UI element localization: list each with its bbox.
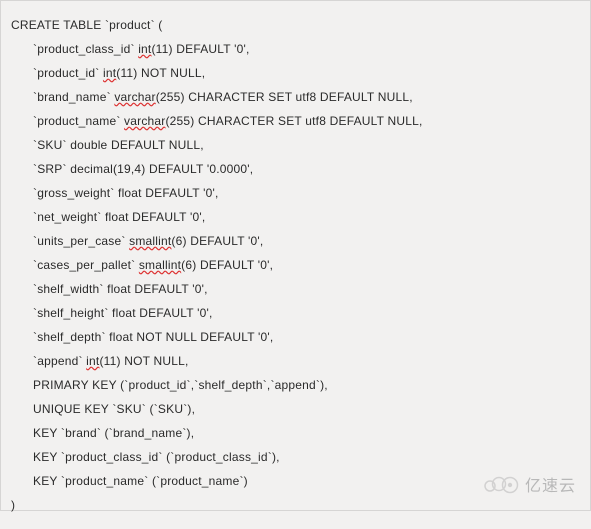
code-line: `cases_per_pallet` smallint(6) DEFAULT '…	[11, 253, 580, 277]
code-line: UNIQUE KEY `SKU` (`SKU`),	[11, 397, 580, 421]
code-pre: `shelf_depth` float NOT NULL DEFAULT '0'…	[33, 330, 273, 344]
code-pre: `product_name`	[33, 114, 124, 128]
code-line-open: CREATE TABLE `product` (	[11, 13, 580, 37]
code-pre: `net_weight` float DEFAULT '0',	[33, 210, 205, 224]
code-pre: `SRP` decimal(19,4) DEFAULT '0.0000',	[33, 162, 253, 176]
code-typo: int	[86, 354, 99, 368]
code-line: `gross_weight` float DEFAULT '0',	[11, 181, 580, 205]
code-pre: `shelf_height` float DEFAULT '0',	[33, 306, 213, 320]
sql-code-block: CREATE TABLE `product` ( `product_class_…	[1, 1, 590, 529]
code-post: (255) CHARACTER SET utf8 DEFAULT NULL,	[156, 90, 413, 104]
code-post: (11) NOT NULL,	[99, 354, 188, 368]
code-line: `append` int(11) NOT NULL,	[11, 349, 580, 373]
code-typo: smallint	[139, 258, 181, 272]
code-post: (11) DEFAULT '0',	[151, 42, 249, 56]
code-pre: `append`	[33, 354, 86, 368]
code-line: `product_id` int(11) NOT NULL,	[11, 61, 580, 85]
code-line: KEY `product_class_id` (`product_class_i…	[11, 445, 580, 469]
code-typo: int	[103, 66, 116, 80]
code-typo: varchar	[114, 90, 155, 104]
code-pre: `product_id`	[33, 66, 103, 80]
code-line: KEY `brand` (`brand_name`),	[11, 421, 580, 445]
code-line: `brand_name` varchar(255) CHARACTER SET …	[11, 85, 580, 109]
code-typo: smallint	[129, 234, 171, 248]
code-post: (255) CHARACTER SET utf8 DEFAULT NULL,	[165, 114, 422, 128]
code-pre: PRIMARY KEY (`product_id`,`shelf_depth`,…	[33, 378, 328, 392]
code-line: `product_class_id` int(11) DEFAULT '0',	[11, 37, 580, 61]
code-line: `SKU` double DEFAULT NULL,	[11, 133, 580, 157]
code-pre: KEY `brand` (`brand_name`),	[33, 426, 194, 440]
code-line: `shelf_width` float DEFAULT '0',	[11, 277, 580, 301]
code-line-close: )	[11, 493, 580, 517]
code-typo: varchar	[124, 114, 165, 128]
code-line: `product_name` varchar(255) CHARACTER SE…	[11, 109, 580, 133]
code-pre: `product_class_id`	[33, 42, 138, 56]
code-line: `SRP` decimal(19,4) DEFAULT '0.0000',	[11, 157, 580, 181]
watermark-logo-icon	[483, 474, 521, 494]
code-pre: `shelf_width` float DEFAULT '0',	[33, 282, 208, 296]
code-post: (6) DEFAULT '0',	[181, 258, 273, 272]
code-line: `net_weight` float DEFAULT '0',	[11, 205, 580, 229]
code-line: `shelf_depth` float NOT NULL DEFAULT '0'…	[11, 325, 580, 349]
code-pre: `brand_name`	[33, 90, 114, 104]
code-post: (6) DEFAULT '0',	[171, 234, 263, 248]
code-pre: `gross_weight` float DEFAULT '0',	[33, 186, 218, 200]
code-line: `shelf_height` float DEFAULT '0',	[11, 301, 580, 325]
code-pre: UNIQUE KEY `SKU` (`SKU`),	[33, 402, 195, 416]
code-pre: `units_per_case`	[33, 234, 129, 248]
code-pre: `cases_per_pallet`	[33, 258, 139, 272]
code-post: (11) NOT NULL,	[116, 66, 205, 80]
watermark: 亿速云	[483, 472, 576, 496]
code-pre: `SKU` double DEFAULT NULL,	[33, 138, 204, 152]
code-line: PRIMARY KEY (`product_id`,`shelf_depth`,…	[11, 373, 580, 397]
code-pre: KEY `product_name` (`product_name`)	[33, 474, 248, 488]
code-pre: KEY `product_class_id` (`product_class_i…	[33, 450, 280, 464]
code-typo: int	[138, 42, 151, 56]
watermark-text: 亿速云	[525, 472, 576, 496]
code-line: `units_per_case` smallint(6) DEFAULT '0'…	[11, 229, 580, 253]
